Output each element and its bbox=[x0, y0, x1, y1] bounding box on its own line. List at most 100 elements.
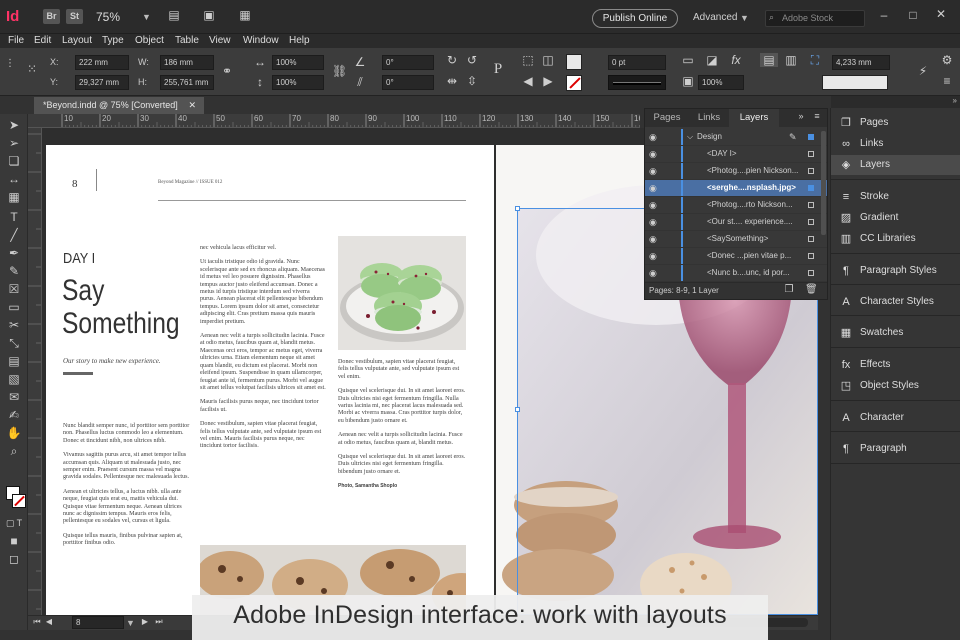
arrange-documents-icon[interactable]: ▦ bbox=[236, 8, 254, 22]
layer-row[interactable]: ◉ <serghe....nsplash.jpg> bbox=[645, 180, 827, 197]
dock-item-links[interactable]: ∞ Links bbox=[831, 134, 960, 154]
content-collector-icon[interactable]: ▦ bbox=[0, 188, 28, 206]
drop-shadow-icon[interactable]: ◪ bbox=[704, 53, 720, 67]
menu-view[interactable]: View bbox=[209, 34, 231, 47]
stroke-weight-field[interactable]: 0 pt bbox=[608, 55, 666, 70]
selection-indicator-icon[interactable] bbox=[808, 202, 814, 208]
horizontal-ruler[interactable]: 10 20 30 40 50 60 70 80 90 100 110 120 130 140 150 160 bbox=[28, 114, 640, 128]
rotate-angle-field[interactable]: 0° bbox=[382, 55, 434, 70]
text-column-2[interactable]: nec vehicula lacus efficitur vel. Ut iac… bbox=[200, 245, 326, 458]
first-page-icon[interactable]: ⏮ bbox=[32, 617, 42, 627]
dock-item-swatches[interactable]: ▦ Swatches bbox=[831, 323, 960, 343]
select-next-icon[interactable]: ▶ bbox=[540, 74, 556, 88]
shear-angle-field[interactable]: 0° bbox=[382, 75, 434, 90]
direct-selection-tool-icon[interactable]: ➢ bbox=[0, 134, 28, 152]
zoom-level[interactable]: 75% bbox=[96, 10, 120, 24]
auto-fit-icon[interactable]: ⛶ bbox=[806, 53, 824, 68]
gradient-feather-tool-icon[interactable]: ▧ bbox=[0, 370, 28, 388]
macarons-photo[interactable] bbox=[338, 236, 466, 350]
page-number-field[interactable]: 8 bbox=[72, 616, 124, 629]
layer-row[interactable]: ◉ <Donec ...pien vitae p... bbox=[645, 248, 827, 265]
frame-color-swatch[interactable] bbox=[822, 75, 888, 90]
scale-x-field[interactable]: 100% bbox=[272, 55, 324, 70]
rotate-cw-icon[interactable]: ↻ bbox=[444, 53, 460, 67]
constrain-proportions-icon[interactable]: ⚭ bbox=[220, 64, 234, 78]
dock-item-paragraph[interactable]: ¶ Paragraph bbox=[831, 439, 960, 459]
opacity-field[interactable]: 100% bbox=[698, 75, 744, 90]
menu-help[interactable]: Help bbox=[289, 34, 310, 47]
text-wrap-box-icon[interactable]: ▥ bbox=[782, 53, 800, 67]
page-tool-icon[interactable]: ❏ bbox=[0, 152, 28, 170]
publish-online-button[interactable]: Publish Online bbox=[592, 9, 678, 28]
panel-menu-icon[interactable]: ≡ bbox=[811, 111, 823, 121]
adobe-stock-search-input[interactable]: Adobe Stock bbox=[765, 10, 865, 27]
new-layer-icon[interactable]: ❐ bbox=[783, 284, 795, 295]
layers-scrollbar[interactable] bbox=[821, 131, 826, 235]
stroke-type-select[interactable] bbox=[608, 75, 666, 90]
selection-indicator-icon[interactable] bbox=[808, 134, 814, 140]
selection-indicator-icon[interactable] bbox=[808, 253, 814, 259]
menu-window[interactable]: Window bbox=[243, 34, 279, 47]
text-column-1[interactable]: Nunc blandit semper nunc, id porttitor s… bbox=[63, 423, 193, 555]
select-container-icon[interactable]: ⬚ bbox=[520, 53, 536, 67]
offset-field[interactable]: 4,233 mm bbox=[832, 55, 890, 70]
fill-swatch[interactable] bbox=[566, 54, 582, 70]
visibility-eye-icon[interactable]: ◉ bbox=[649, 248, 661, 264]
visibility-eye-icon[interactable]: ◉ bbox=[649, 180, 661, 196]
visibility-eye-icon[interactable]: ◉ bbox=[649, 197, 661, 213]
menu-object[interactable]: Object bbox=[135, 34, 164, 47]
delete-layer-icon[interactable]: 🗑 bbox=[805, 284, 818, 295]
dock-item-character-styles[interactable]: A Character Styles bbox=[831, 292, 960, 312]
scissors-tool-icon[interactable]: ✂ bbox=[0, 316, 28, 334]
previous-page-icon[interactable]: ◀ bbox=[44, 617, 54, 626]
bridge-button[interactable]: Br bbox=[43, 9, 60, 24]
selection-indicator-icon[interactable] bbox=[808, 185, 814, 191]
effects-fx-icon[interactable]: fx bbox=[728, 53, 744, 67]
layer-row[interactable]: ◉ <SaySomething> bbox=[645, 231, 827, 248]
chevron-down-icon[interactable]: ▼ bbox=[740, 13, 749, 23]
note-tool-icon[interactable]: ✉ bbox=[0, 388, 28, 406]
dock-item-layers[interactable]: ◈ Layers bbox=[831, 155, 960, 175]
pencil-tool-icon[interactable]: ✎ bbox=[0, 262, 28, 280]
tab-layers[interactable]: Layers bbox=[729, 109, 779, 127]
gear-icon[interactable]: ⚙ bbox=[940, 53, 954, 67]
close-icon[interactable]: ✕ bbox=[934, 7, 948, 21]
selection-handle[interactable] bbox=[515, 206, 520, 211]
formatting-container-icon[interactable]: ▢ T bbox=[0, 514, 28, 532]
hand-tool-icon[interactable]: ✋ bbox=[0, 424, 28, 442]
menu-type[interactable]: Type bbox=[102, 34, 124, 47]
y-position-field[interactable]: 29,327 mm bbox=[75, 75, 129, 90]
selection-indicator-icon[interactable] bbox=[808, 270, 814, 276]
dock-item-cc-libraries[interactable]: ▥ CC Libraries bbox=[831, 229, 960, 249]
type-tool-icon[interactable]: T bbox=[0, 208, 28, 226]
layer-row[interactable]: ◉ ⌵ ✎ Design bbox=[645, 129, 827, 146]
dock-item-character[interactable]: A Character bbox=[831, 408, 960, 428]
screen-mode-icon[interactable]: ▣ bbox=[200, 8, 218, 22]
dock-item-stroke[interactable]: ≡ Stroke bbox=[831, 187, 960, 207]
link-scale-icon[interactable]: ⛓ bbox=[332, 64, 347, 78]
document-tab[interactable]: *Beyond.indd @ 75% [Converted] ✕ bbox=[34, 97, 204, 114]
view-options-icon[interactable]: ▤ bbox=[165, 8, 183, 22]
scale-y-field[interactable]: 100% bbox=[272, 75, 324, 90]
select-previous-icon[interactable]: ◀ bbox=[520, 74, 536, 88]
dock-item-gradient[interactable]: ▨ Gradient bbox=[831, 208, 960, 228]
chevron-down-icon[interactable]: ▼ bbox=[126, 618, 135, 628]
panel-grip-icon[interactable]: ⋮ bbox=[4, 58, 16, 69]
layer-row[interactable]: ◉ <Photog....rto Nickson... bbox=[645, 197, 827, 214]
layer-row[interactable]: ◉ <Nunc b....unc, id por... bbox=[645, 265, 827, 282]
selection-indicator-icon[interactable] bbox=[808, 168, 814, 174]
screen-mode-normal-icon[interactable]: ◻ bbox=[0, 550, 28, 568]
dock-item-pages[interactable]: ❐ Pages bbox=[831, 113, 960, 133]
flip-horizontal-icon[interactable]: ⇹ bbox=[444, 74, 460, 88]
select-content-icon[interactable]: ◫ bbox=[540, 53, 556, 67]
tab-links[interactable]: Links bbox=[689, 109, 729, 127]
visibility-eye-icon[interactable]: ◉ bbox=[649, 214, 661, 230]
selection-indicator-icon[interactable] bbox=[808, 151, 814, 157]
free-transform-tool-icon[interactable]: ⤡ bbox=[0, 334, 28, 352]
gap-tool-icon[interactable]: ↔ bbox=[0, 170, 28, 188]
path-type-icon[interactable]: P bbox=[488, 61, 508, 78]
menu-table[interactable]: Table bbox=[175, 34, 199, 47]
menu-edit[interactable]: Edit bbox=[34, 34, 51, 47]
x-position-field[interactable]: 222 mm bbox=[75, 55, 129, 70]
flip-vertical-icon[interactable]: ⇳ bbox=[464, 74, 480, 88]
